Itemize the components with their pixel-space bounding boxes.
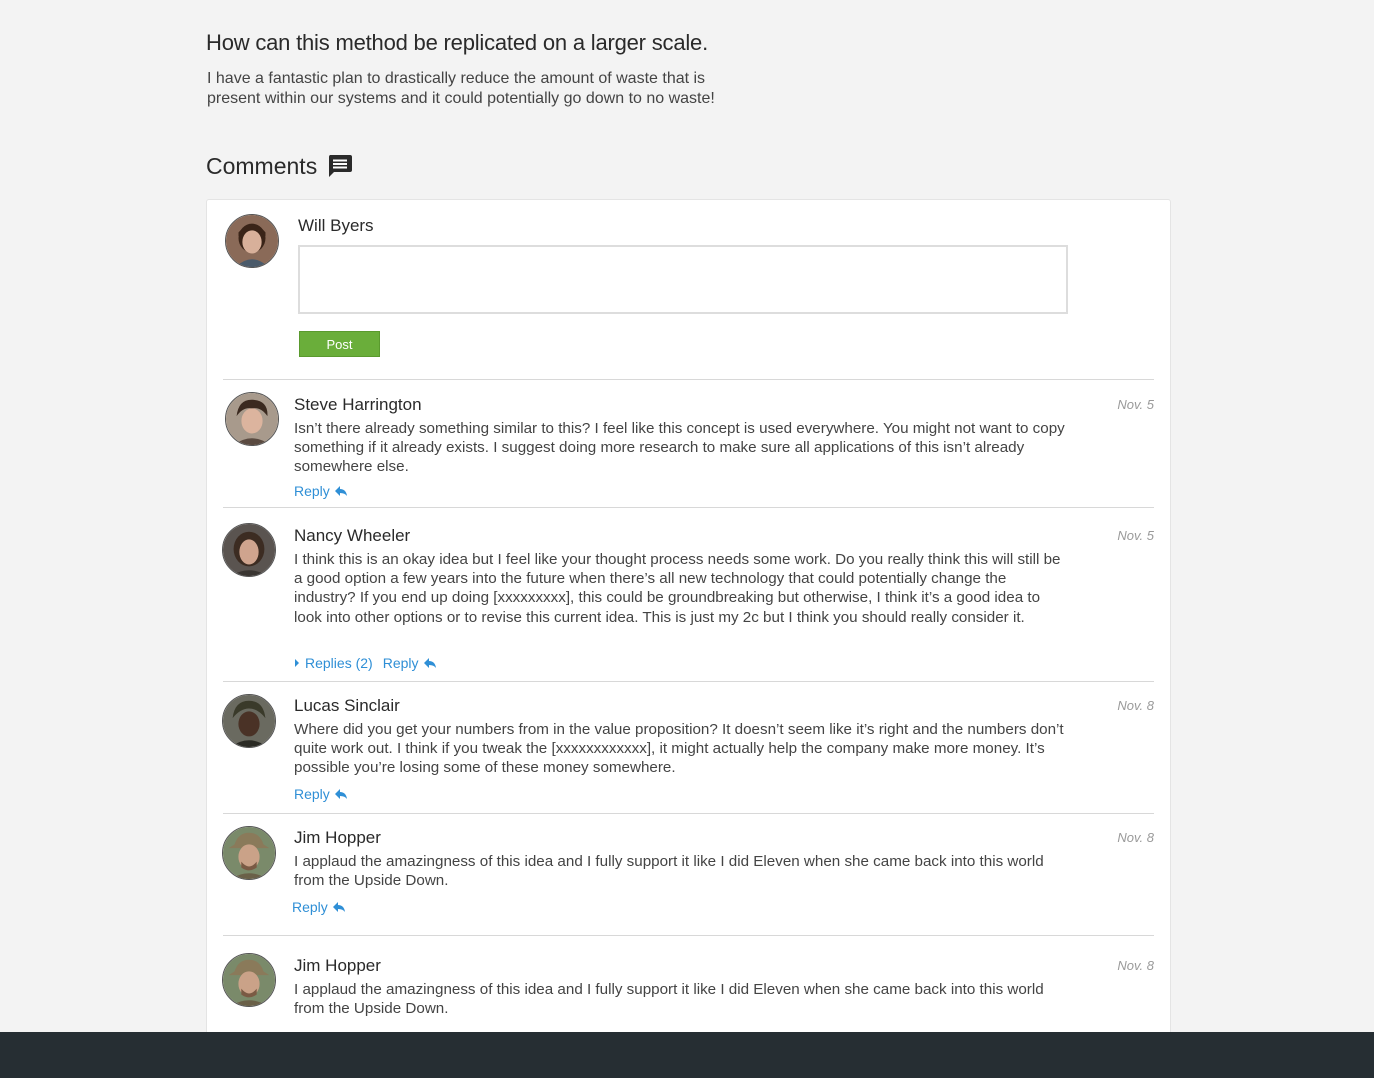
composer-user-name: Will Byers [298, 216, 374, 235]
idea-title: How can this method be replicated on a l… [206, 30, 708, 55]
comment-text: Where did you get your numbers from in t… [294, 721, 1064, 777]
reply-label: Reply [294, 483, 330, 499]
comment-text: I applaud the amazingness of this idea a… [294, 853, 1044, 890]
comment-text: I think this is an okay idea but I feel … [294, 551, 1061, 626]
reply-link[interactable]: Reply [383, 655, 436, 671]
comment-icon [327, 154, 353, 178]
divider [223, 813, 1154, 814]
avatar [222, 826, 276, 880]
comments-heading-label: Comments [206, 152, 318, 179]
divider [223, 681, 1154, 682]
comment-actions: Reply [294, 483, 347, 499]
replies-toggle[interactable]: Replies (2) [294, 655, 373, 671]
comment-date: Nov. 8 [1117, 958, 1154, 973]
comments-card: Will Byers Post Steve Harrington Nov. 5 … [206, 199, 1171, 1061]
divider [223, 935, 1154, 936]
avatar [225, 392, 279, 446]
reply-icon [332, 902, 345, 912]
comment-author: Steve Harrington [294, 395, 422, 414]
reply-label: Reply [294, 786, 330, 802]
comment-author: Nancy Wheeler [294, 526, 411, 545]
comment-text: Isn’t there already something similar to… [294, 420, 1065, 476]
reply-icon [334, 789, 347, 799]
divider [223, 379, 1154, 380]
divider [223, 507, 1154, 508]
comment-actions: Reply [292, 899, 345, 915]
footer-bar [0, 1032, 1374, 1078]
avatar [222, 523, 276, 577]
comment-input[interactable] [298, 245, 1068, 314]
comment-date: Nov. 5 [1117, 397, 1154, 412]
reply-icon [334, 486, 347, 496]
reply-icon [423, 658, 436, 668]
comment-text: I applaud the amazingness of this idea a… [294, 981, 1044, 1018]
caret-right-icon [294, 658, 300, 668]
comment-author: Jim Hopper [294, 956, 381, 975]
reply-label: Reply [292, 899, 328, 915]
comment-author: Jim Hopper [294, 828, 381, 847]
comment-date: Nov. 8 [1117, 830, 1154, 845]
reply-link[interactable]: Reply [292, 899, 345, 915]
reply-link[interactable]: Reply [294, 786, 347, 802]
comment-date: Nov. 8 [1117, 698, 1154, 713]
comment-actions: Reply [294, 786, 347, 802]
avatar [222, 953, 276, 1007]
comment-author: Lucas Sinclair [294, 696, 400, 715]
comment-date: Nov. 5 [1117, 528, 1154, 543]
avatar [222, 694, 276, 748]
replies-label: Replies (2) [305, 655, 373, 671]
comments-heading: Comments [206, 151, 353, 181]
post-button[interactable]: Post [299, 331, 380, 357]
reply-link[interactable]: Reply [294, 483, 347, 499]
comment-actions: Replies (2) Reply [294, 655, 436, 671]
reply-label: Reply [382, 655, 419, 671]
idea-description: I have a fantastic plan to drastically r… [207, 70, 715, 107]
avatar [225, 214, 279, 268]
